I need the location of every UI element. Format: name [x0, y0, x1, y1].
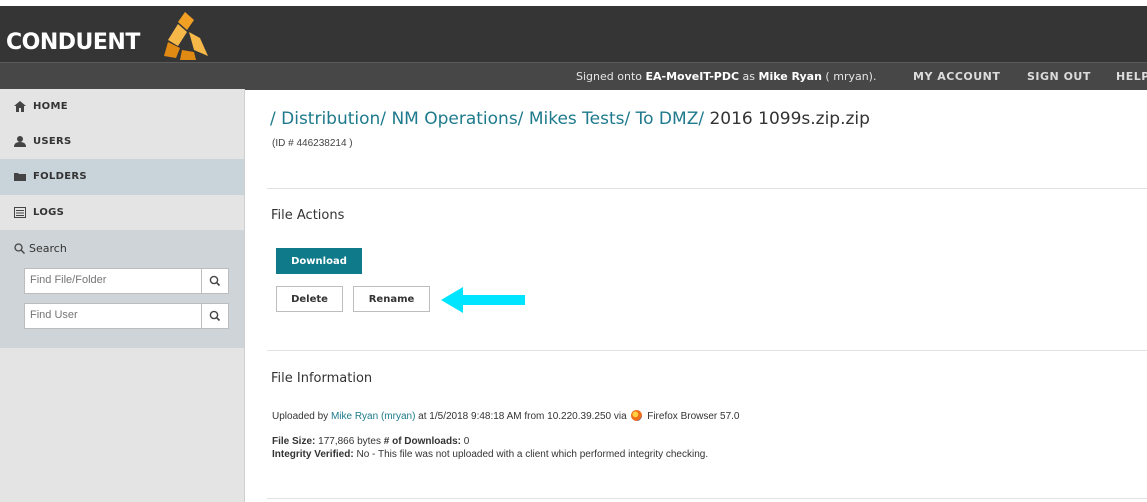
- divider: [267, 188, 1147, 189]
- divider: [267, 350, 1147, 351]
- sidebar-item-logs[interactable]: LOGS: [0, 195, 244, 231]
- logs-icon: [14, 207, 26, 218]
- search-title: Search: [14, 242, 67, 255]
- logo-text: CONDUENT: [6, 30, 140, 55]
- breadcrumb-path[interactable]: / Distribution/ NM Operations/ Mikes Tes…: [270, 109, 709, 129]
- main-content: / Distribution/ NM Operations/ Mikes Tes…: [245, 89, 1147, 502]
- upload-info: Uploaded by Mike Ryan (mryan) at 1/5/201…: [272, 410, 740, 422]
- search-icon: [209, 310, 221, 322]
- breadcrumb-file: 2016 1099s.zip.zip: [709, 109, 870, 129]
- sidebar: HOME USERS FOLDERS LOGS Search: [0, 89, 245, 502]
- sidebar-item-label: HOME: [33, 101, 68, 112]
- search-icon: [209, 275, 221, 287]
- sidebar-item-users[interactable]: USERS: [0, 124, 244, 160]
- home-icon: [14, 101, 26, 112]
- sign-out-link[interactable]: SIGN OUT: [1027, 70, 1091, 83]
- user-name: Mike Ryan: [758, 70, 822, 83]
- sidebar-item-label: USERS: [33, 136, 72, 147]
- sidebar-item-home[interactable]: HOME: [0, 89, 244, 125]
- file-id: (ID # 446238214 ): [272, 138, 353, 149]
- file-information-title: File Information: [271, 371, 373, 386]
- conduent-logo-icon: [164, 12, 208, 60]
- find-file-field: [24, 268, 229, 294]
- folder-icon: [14, 173, 26, 181]
- find-user-field: [24, 303, 229, 329]
- integrity-info: Integrity Verified: No - This file was n…: [272, 449, 709, 460]
- find-user-input[interactable]: [25, 304, 200, 326]
- divider: [267, 498, 1147, 499]
- find-file-search-button[interactable]: [201, 269, 228, 293]
- delete-button[interactable]: Delete: [276, 286, 343, 312]
- rename-button[interactable]: Rename: [353, 286, 430, 312]
- my-account-link[interactable]: MY ACCOUNT: [913, 70, 1000, 83]
- search-icon: [14, 243, 25, 254]
- sidebar-item-label: LOGS: [33, 207, 65, 218]
- user-bar: Signed onto EA-MoveIT-PDC as Mike Ryan (…: [0, 62, 1147, 90]
- org-name: EA-MoveIT-PDC: [645, 70, 740, 83]
- firefox-icon: [631, 410, 643, 421]
- search-panel: Search: [0, 230, 244, 348]
- file-size-info: File Size: 177,866 bytes # of Downloads:…: [272, 436, 470, 447]
- sidebar-item-label: FOLDERS: [33, 171, 87, 182]
- find-file-input[interactable]: [25, 269, 200, 291]
- find-user-search-button[interactable]: [201, 304, 228, 328]
- file-actions-title: File Actions: [271, 208, 345, 223]
- signed-on-text: Signed onto EA-MoveIT-PDC as Mike Ryan (…: [576, 70, 877, 83]
- arrow-annotation-icon: [441, 287, 525, 313]
- uploader-link[interactable]: Mike Ryan (mryan): [331, 411, 415, 422]
- sidebar-item-folders[interactable]: FOLDERS: [0, 159, 244, 195]
- breadcrumb: / Distribution/ NM Operations/ Mikes Tes…: [270, 109, 870, 129]
- download-button[interactable]: Download: [276, 248, 362, 274]
- user-icon: [14, 136, 26, 147]
- top-header: CONDUENT: [0, 6, 1147, 62]
- help-link[interactable]: HELP: [1116, 70, 1147, 83]
